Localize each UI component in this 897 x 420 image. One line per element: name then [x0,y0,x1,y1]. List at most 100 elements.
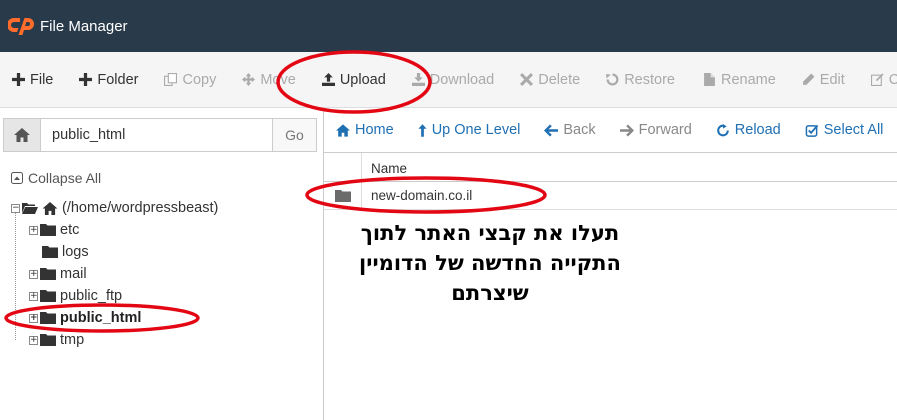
new-file-button[interactable]: File [12,72,53,88]
folder-icon [40,268,56,280]
tree-item-public-ftp[interactable]: + public_ftp [29,285,122,307]
home-button[interactable]: Home [336,122,394,138]
app-title: File Manager [40,17,128,35]
tree-item-label: mail [60,266,87,282]
plus-icon [12,73,25,86]
tree-item-label: tmp [60,332,85,348]
file-list-header: Name [324,153,897,182]
navigation-bar: Home Up One Level Back Forward Reload Se… [324,108,897,152]
tree-item-public-html[interactable]: + public_html [29,307,141,329]
cpanel-logo-icon [8,18,34,35]
restore-icon [606,73,619,86]
home-icon [42,201,58,215]
folder-icon [40,334,56,346]
reload-icon [716,123,729,136]
tree-item-mail[interactable]: + mail [29,263,87,285]
collapse-all-button[interactable]: Collapse All [11,170,101,186]
code-editor-button[interactable]: Co [870,72,897,88]
up-one-level-label: Up One Level [431,122,521,138]
download-label: Download [429,71,495,88]
download-button[interactable]: Download [411,71,495,88]
edit-icon [802,73,815,85]
new-file-label: File [30,71,54,88]
upload-label: Upload [339,71,386,88]
copy-icon [164,73,178,86]
annotation-line-2: התקייה החדשה של הדומיין [359,251,621,275]
expand-toggle-icon[interactable]: + [29,225,38,235]
arrow-right-icon [619,124,634,136]
folder-icon [42,246,58,258]
tree-root[interactable]: − (/home/wordpressbeast) [11,197,218,219]
expand-toggle-icon[interactable]: + [29,291,38,301]
move-button[interactable]: Move [242,71,296,88]
back-label: Back [563,122,596,138]
annotation-line-3: שיצרתם [451,281,529,305]
level-up-icon [418,123,427,137]
check-square-icon [805,124,819,137]
expand-toggle-icon[interactable]: + [29,269,38,279]
main-toolbar: File Folder Copy Move Upload Download De… [0,52,897,108]
directory-tree-pane: Go Collapse All − (/home/wordpressbeast)… [0,108,324,420]
tree-root-label: (/home/wordpressbeast) [62,200,219,216]
reload-button[interactable]: Reload [716,122,781,138]
new-folder-button[interactable]: Folder [79,72,138,88]
rename-label: Rename [720,71,776,88]
path-input[interactable] [40,118,273,152]
edit-label: Edit [819,71,845,88]
path-home-button[interactable] [3,118,40,152]
copy-label: Copy [182,71,217,88]
forward-button[interactable]: Forward [619,122,692,138]
annotation-instruction: תעלו את קבצי האתר לתוך התקייה החדשה של ה… [300,218,680,308]
new-folder-label: Folder [97,71,139,88]
back-button[interactable]: Back [544,122,596,138]
expand-toggle-icon[interactable]: + [29,335,38,345]
collapse-all-label: Collapse All [28,170,102,186]
select-all-button[interactable]: Select All [805,122,884,138]
go-button[interactable]: Go [273,118,317,152]
file-row-icon-cell [324,181,362,210]
home-icon [14,128,30,142]
folder-icon [40,224,56,236]
code-icon [870,73,884,86]
upload-button[interactable]: Upload [321,71,386,88]
tree-item-etc[interactable]: + etc [29,219,79,241]
move-label: Move [260,71,296,88]
file-row-name[interactable]: new-domain.co.il [362,188,472,203]
tree-guide-line [15,210,16,340]
move-icon [242,73,256,86]
delete-label: Delete [538,71,581,88]
rename-button[interactable]: Rename [703,72,776,88]
delete-icon [520,73,534,86]
file-row[interactable]: new-domain.co.il [324,181,897,210]
home-label: Home [355,122,394,138]
annotation-line-1: תעלו את קבצי האתר לתוך [360,221,620,245]
folder-icon [40,312,56,324]
up-one-level-button[interactable]: Up One Level [418,122,521,138]
copy-button[interactable]: Copy [164,72,216,88]
tree-item-label: logs [62,244,89,260]
expand-toggle-icon[interactable]: + [29,313,38,323]
code-editor-label: Co [889,72,897,88]
tree-item-tmp[interactable]: + tmp [29,329,84,351]
collapse-icon [11,172,23,184]
reload-label: Reload [734,122,781,138]
restore-button[interactable]: Restore [606,72,675,88]
edit-button[interactable]: Edit [802,72,845,88]
arrow-left-icon [544,124,559,136]
folder-icon [40,290,56,302]
home-icon [336,123,350,137]
path-bar: Go [0,114,324,156]
restore-label: Restore [624,71,675,88]
collapse-toggle-icon[interactable]: − [11,203,20,213]
rename-icon [704,73,715,86]
tree-item-label: public_html [60,310,142,326]
folder-icon [334,189,351,202]
icon-column-header [324,153,362,181]
tree-item-logs[interactable]: logs [42,241,89,263]
tree-item-label: etc [60,222,80,238]
name-column-header[interactable]: Name [362,153,407,181]
plus-icon [79,73,93,86]
folder-open-icon [22,203,38,214]
select-all-label: Select All [823,122,884,138]
delete-button[interactable]: Delete [520,72,580,88]
